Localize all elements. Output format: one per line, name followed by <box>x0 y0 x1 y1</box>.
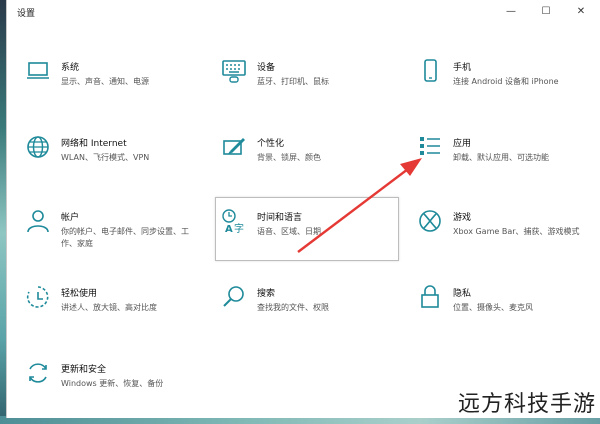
tile-title: 设备 <box>257 63 276 73</box>
minimize-button[interactable]: — <box>501 3 521 21</box>
tile-personalization[interactable]: 个性化 背景、锁屏、颜色 <box>221 134 391 192</box>
tile-desc: 连接 Android 设备和 iPhone <box>453 77 559 86</box>
tile-desc: 位置、摄像头、麦克风 <box>453 303 533 312</box>
tile-title: 帐户 <box>61 213 80 223</box>
search-icon <box>221 284 247 310</box>
tile-desc: 背景、锁屏、颜色 <box>257 153 321 162</box>
watermark-text: 远方科技手游 <box>457 392 596 417</box>
window-title: 设置 <box>17 9 36 19</box>
settings-window: 设置 — ☐ ✕ 系统 显示、声音、通知、电源 设备 蓝牙、打印机、鼠标 手机 … <box>6 0 600 418</box>
person-icon <box>25 208 51 234</box>
apps-list-icon <box>417 134 443 160</box>
tile-desc: 显示、声音、通知、电源 <box>61 77 149 86</box>
tile-apps[interactable]: 应用 卸载、默认应用、可选功能 <box>417 134 587 192</box>
tile-title: 系统 <box>61 63 80 73</box>
svg-text:字: 字 <box>234 222 244 234</box>
laptop-icon <box>25 58 51 84</box>
tile-title: 轻松使用 <box>61 289 98 299</box>
maximize-button[interactable]: ☐ <box>536 3 556 21</box>
tile-gaming[interactable]: 游戏 Xbox Game Bar、捕获、游戏模式 <box>417 208 587 266</box>
tile-desc: 你的帐户、电子邮件、同步设置、工作、家庭 <box>61 227 189 248</box>
tile-title: 网络和 Internet <box>61 139 127 149</box>
tile-devices[interactable]: 设备 蓝牙、打印机、鼠标 <box>221 58 391 116</box>
tile-title: 游戏 <box>453 213 472 223</box>
tile-desc: 讲述人、放大镜、高对比度 <box>61 303 157 312</box>
tile-title: 隐私 <box>453 289 472 299</box>
phone-icon <box>417 58 443 84</box>
tile-system[interactable]: 系统 显示、声音、通知、电源 <box>25 58 195 116</box>
keyboard-icon <box>221 58 247 84</box>
time-language-icon: A字 <box>221 208 247 235</box>
tile-phone[interactable]: 手机 连接 Android 设备和 iPhone <box>417 58 587 116</box>
tile-privacy[interactable]: 隐私 位置、摄像头、麦克风 <box>417 284 587 342</box>
tile-update-security[interactable]: 更新和安全 Windows 更新、恢复、备份 <box>25 360 195 418</box>
tile-network[interactable]: 网络和 Internet WLAN、飞行模式、VPN <box>25 134 195 192</box>
tile-title: 更新和安全 <box>61 365 107 375</box>
tile-search[interactable]: 搜索 查找我的文件、权限 <box>221 284 391 342</box>
tile-desc: 语音、区域、日期 <box>257 227 321 236</box>
ease-of-access-icon <box>25 284 51 310</box>
update-icon <box>25 360 51 386</box>
xbox-icon <box>417 208 443 234</box>
tile-accounts[interactable]: 帐户 你的帐户、电子邮件、同步设置、工作、家庭 <box>25 208 195 266</box>
tile-title: 搜索 <box>257 289 276 299</box>
tile-title: 时间和语言 <box>257 213 303 223</box>
lock-icon <box>417 284 443 310</box>
tile-desc: Xbox Game Bar、捕获、游戏模式 <box>453 227 580 236</box>
tile-title: 手机 <box>453 63 472 73</box>
tile-desc: 查找我的文件、权限 <box>257 303 329 312</box>
tile-desc: 蓝牙、打印机、鼠标 <box>257 77 329 86</box>
title-bar[interactable]: 设置 — ☐ ✕ <box>7 0 600 26</box>
paint-icon <box>221 134 247 160</box>
tile-title: 个性化 <box>257 139 285 149</box>
tile-time-language[interactable]: A字 时间和语言 语音、区域、日期 <box>221 208 391 266</box>
tile-desc: WLAN、飞行模式、VPN <box>61 153 150 162</box>
tile-desc: 卸载、默认应用、可选功能 <box>453 153 549 162</box>
tile-ease-of-access[interactable]: 轻松使用 讲述人、放大镜、高对比度 <box>25 284 195 342</box>
tile-title: 应用 <box>453 139 472 149</box>
svg-text:A: A <box>225 224 233 234</box>
tile-desc: Windows 更新、恢复、备份 <box>61 379 164 388</box>
close-button[interactable]: ✕ <box>571 3 591 21</box>
globe-icon <box>25 134 51 160</box>
